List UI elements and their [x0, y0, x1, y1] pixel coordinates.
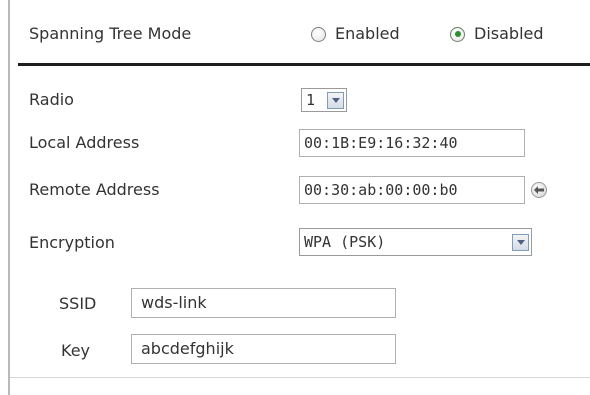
- disabled-option-label: Disabled: [474, 24, 544, 43]
- radio-select[interactable]: 1: [301, 88, 347, 112]
- section-divider: [18, 63, 590, 66]
- local-address-field[interactable]: 00:1B:E9:16:32:40: [299, 129, 525, 157]
- radio-unchecked-icon: [311, 26, 326, 42]
- spanning-tree-mode-label: Spanning Tree Mode: [29, 24, 192, 43]
- spanning-tree-enabled-radio[interactable]: Enabled: [311, 24, 400, 44]
- local-address-label: Local Address: [29, 133, 140, 152]
- panel-left-border: [8, 0, 10, 395]
- remote-address-label: Remote Address: [29, 180, 160, 199]
- radio-checked-icon: [450, 26, 465, 42]
- encryption-select-value: WPA (PSK): [304, 233, 386, 251]
- key-label: Key: [61, 341, 91, 360]
- chevron-down-icon[interactable]: [512, 233, 529, 251]
- radio-select-value: 1: [306, 91, 316, 109]
- radio-label: Radio: [29, 90, 74, 109]
- remote-address-field[interactable]: 00:30:ab:00:00:b0: [299, 176, 525, 204]
- key-field[interactable]: abcdefghijk: [131, 334, 396, 364]
- spanning-tree-disabled-radio[interactable]: Disabled: [450, 24, 544, 44]
- ssid-field[interactable]: wds-link: [131, 288, 396, 318]
- encryption-select[interactable]: WPA (PSK): [299, 228, 532, 256]
- arrow-left-icon[interactable]: [531, 182, 547, 198]
- encryption-label: Encryption: [29, 233, 115, 252]
- panel-bottom-line: [10, 377, 590, 378]
- chevron-down-icon[interactable]: [327, 91, 344, 109]
- radio-selected-dot: [454, 31, 461, 37]
- enabled-option-label: Enabled: [335, 24, 400, 43]
- ssid-label: SSID: [59, 294, 97, 313]
